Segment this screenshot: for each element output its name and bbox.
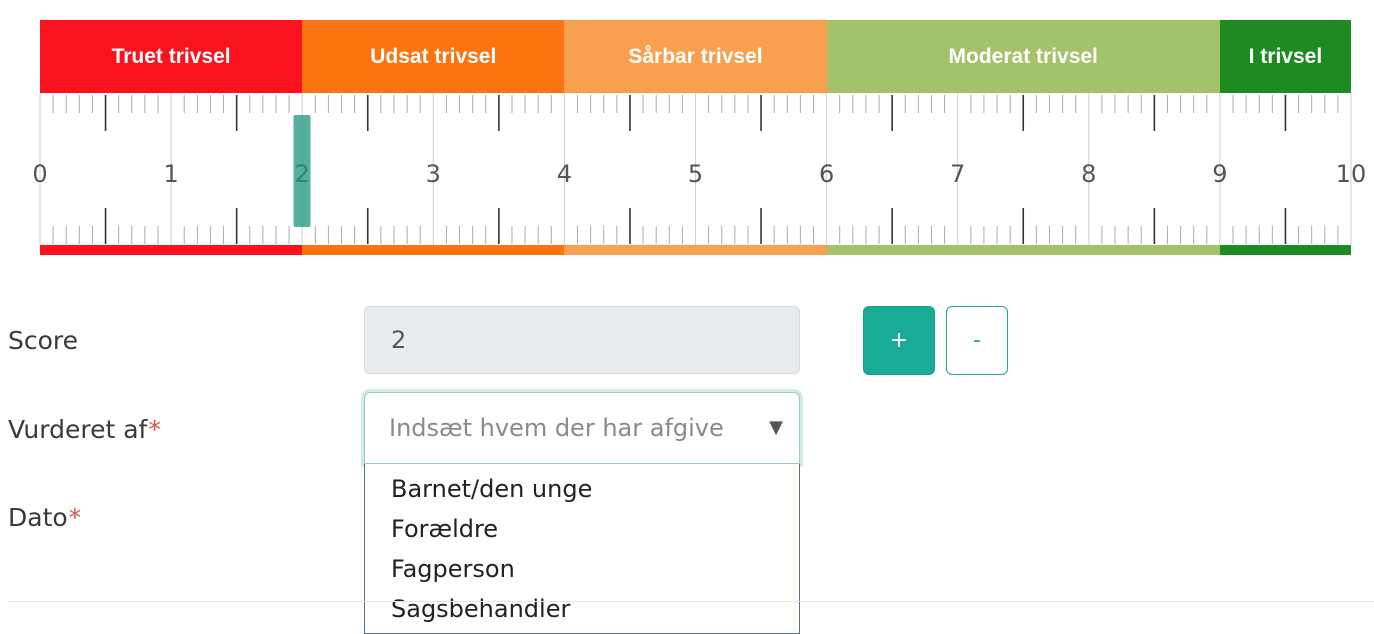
assessed-by-select[interactable]: Indsæt hvem der har afgive ▼: [364, 392, 800, 464]
tick-label: 6: [818, 160, 835, 188]
wellbeing-scale[interactable]: Truet trivsel Udsat trivsel Sårbar trivsel…: [32, 20, 1366, 260]
dropdown-option[interactable]: Fagperson: [365, 552, 799, 592]
score-label: Score: [8, 326, 78, 355]
tick-label: 0: [32, 160, 48, 188]
ruler-ticks: [39, 93, 1352, 245]
band-underline-0: [40, 245, 303, 255]
tick-label: 10: [1335, 160, 1367, 188]
tick-label: 9: [1212, 160, 1228, 188]
band-underline-4: [1219, 245, 1351, 255]
score-marker[interactable]: [293, 115, 311, 227]
required-asterisk: *: [148, 415, 161, 444]
increment-button[interactable]: +: [863, 306, 935, 375]
assessed-by-label: Vurderet af*: [8, 415, 161, 444]
plus-label: +: [889, 328, 909, 353]
tick-label: 8: [1081, 160, 1097, 188]
minus-label: -: [973, 328, 981, 353]
tick-label: 7: [950, 160, 966, 188]
assessed-by-label-text: Vurderet af: [8, 415, 148, 444]
band-underline: [40, 245, 1351, 255]
tick-label: 5: [687, 160, 704, 188]
tick-label: 4: [556, 160, 573, 188]
required-asterisk: *: [68, 503, 82, 532]
dropdown-option[interactable]: Sagsbehandler: [365, 592, 799, 632]
section-divider: [8, 601, 1374, 602]
tick-label: 1: [163, 160, 179, 188]
assessed-by-placeholder: Indsæt hvem der har afgive: [389, 414, 724, 442]
date-label-text: Dato: [8, 503, 68, 532]
assessed-by-dropdown: Barnet/den unge Forældre Fagperson Sagsbeha…: [364, 464, 800, 634]
dropdown-option[interactable]: Barnet/den unge: [365, 472, 799, 512]
date-label: Dato*: [8, 503, 81, 532]
decrement-button[interactable]: -: [946, 306, 1008, 375]
band-underline-3: [826, 245, 1220, 255]
score-input: 2: [364, 306, 800, 374]
band-underline-2: [564, 245, 827, 255]
tick-label: 3: [425, 160, 441, 188]
score-label-text: Score: [8, 326, 79, 355]
band-underline-1: [302, 245, 565, 255]
dropdown-option[interactable]: Forældre: [365, 512, 799, 552]
score-value: 2: [391, 326, 407, 354]
caret-down-icon[interactable]: ▼: [769, 417, 783, 438]
